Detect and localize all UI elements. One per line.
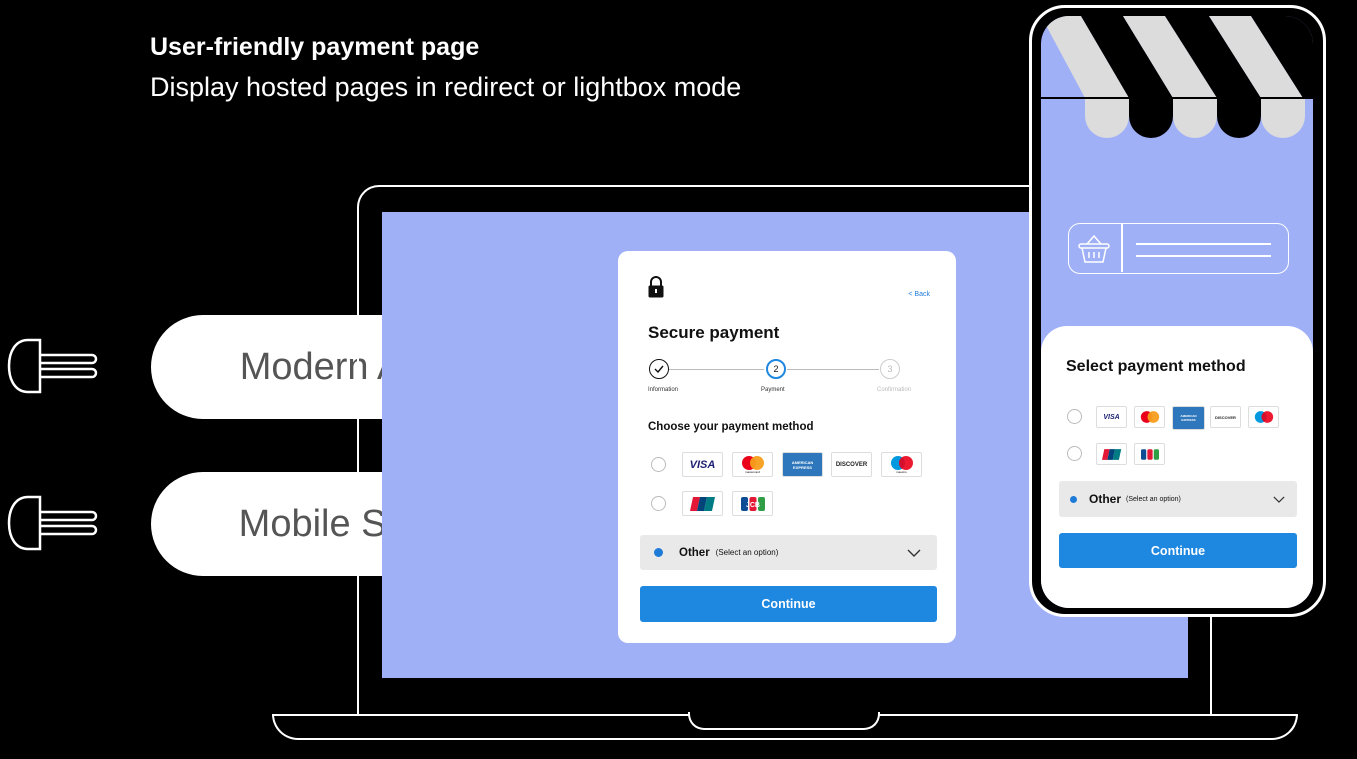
maestro-logo: maestro	[881, 452, 922, 477]
jcb-icon: JCB	[740, 496, 765, 511]
step-number: 2	[773, 364, 779, 374]
page-title: User-friendly payment page	[150, 33, 480, 61]
jcb-logo: JCB	[732, 491, 773, 516]
maestro-logo	[1248, 406, 1279, 428]
choose-method-label: Choose your payment method	[648, 421, 814, 433]
laptop-notch	[688, 712, 880, 730]
discover-logo: DISCOVER	[1210, 406, 1241, 428]
form-title: Secure payment	[648, 323, 780, 342]
step-label: Confirmation	[877, 387, 912, 393]
jcb-logo	[1134, 443, 1165, 465]
plug-icon	[7, 338, 98, 394]
radio-card-group-1[interactable]	[1067, 409, 1082, 424]
placeholder-line	[1136, 255, 1271, 257]
mastercard-logo	[1134, 406, 1165, 428]
payment-card-desktop: < Back Secure payment 2 3 Information Pa…	[618, 251, 956, 643]
visa-logo: VISA	[1096, 406, 1127, 428]
maestro-icon	[890, 455, 913, 470]
logo-text: maestro	[896, 469, 907, 474]
other-hint: (Select an option)	[715, 548, 779, 557]
radio-card-group-2[interactable]	[651, 496, 666, 511]
amex-logo: AMERICAN EXPRESS	[782, 452, 823, 477]
lock-icon	[648, 276, 664, 298]
back-link[interactable]: < Back	[908, 291, 930, 298]
discover-logo: DISCOVER	[831, 452, 872, 477]
logo-text: DISCOVER	[1215, 414, 1236, 420]
chevron-down-icon	[1273, 496, 1285, 503]
placeholder-line	[1136, 243, 1271, 245]
basket-icon	[1078, 234, 1110, 263]
logo-text: AMERICAN EXPRESS	[1180, 414, 1197, 422]
other-method-select[interactable]: Other (Select an option)	[640, 535, 937, 570]
mastercard-icon	[1140, 411, 1159, 423]
page-subtitle: Display hosted pages in redirect or ligh…	[150, 72, 742, 102]
selected-radio-dot	[1070, 495, 1077, 503]
continue-button[interactable]: Continue	[1059, 533, 1297, 568]
cart-banner	[1068, 223, 1289, 274]
other-method-select[interactable]: Other (Select an option)	[1059, 481, 1297, 517]
phone-screen: Select payment method VISA AMERICAN EXPR…	[1041, 16, 1313, 608]
logo-text: VISA	[1103, 413, 1120, 421]
unionpay-icon	[689, 496, 715, 511]
divider	[1121, 224, 1123, 272]
radio-card-group-1[interactable]	[651, 457, 666, 472]
payment-sheet-mobile: Select payment method VISA AMERICAN EXPR…	[1041, 326, 1313, 608]
step-label: Payment	[761, 387, 785, 393]
logo-text: DISCOVER	[835, 461, 868, 468]
stepper-line	[787, 369, 879, 370]
amex-logo: AMERICAN EXPRESS	[1172, 406, 1205, 430]
mastercard-icon	[741, 455, 764, 470]
mobile-form-title: Select payment method	[1066, 358, 1246, 375]
other-hint: (Select an option)	[1126, 495, 1181, 503]
step-2-active: 2	[766, 359, 786, 379]
unionpay-logo	[682, 491, 723, 516]
stepper-line	[669, 369, 764, 370]
visa-logo: VISA	[682, 452, 723, 477]
unionpay-icon	[1101, 448, 1121, 460]
step-number: 3	[887, 364, 893, 374]
store-awning-icon	[1041, 16, 1313, 138]
check-icon	[654, 365, 664, 373]
svg-text:JCB: JCB	[745, 502, 759, 509]
radio-card-group-2[interactable]	[1067, 446, 1082, 461]
plug-icon	[7, 495, 98, 551]
maestro-icon	[1254, 411, 1273, 423]
mastercard-logo: mastercard	[732, 452, 773, 477]
logo-text: AMERICAN EXPRESS	[791, 459, 814, 470]
jcb-icon	[1140, 448, 1159, 460]
continue-button[interactable]: Continue	[640, 586, 937, 622]
other-label: Other	[1089, 492, 1122, 506]
chevron-down-icon	[907, 549, 921, 557]
unionpay-logo	[1096, 443, 1127, 465]
selected-radio-dot	[654, 548, 663, 557]
step-label: Information	[648, 387, 679, 393]
other-label: Other	[679, 546, 710, 559]
logo-text: mastercard	[744, 469, 760, 474]
logo-text: VISA	[689, 458, 716, 471]
step-1-done	[649, 359, 669, 379]
step-3-pending: 3	[880, 359, 900, 379]
